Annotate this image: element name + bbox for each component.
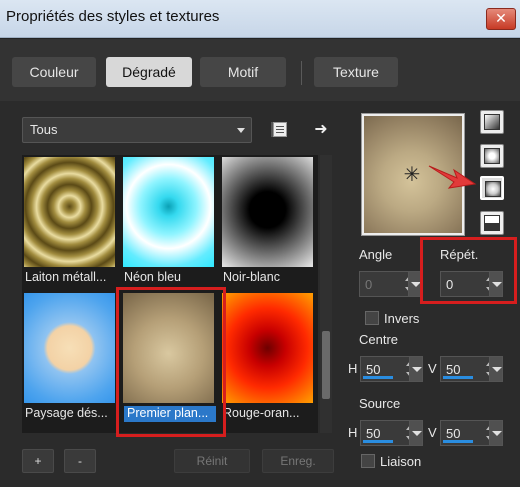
gradient-label: Néon bleu (124, 270, 181, 284)
reset-button[interactable]: Réinit (174, 449, 250, 473)
source-h-dropdown-button[interactable] (409, 420, 423, 446)
arrow-right-icon[interactable]: ➜ (311, 120, 331, 140)
remove-button[interactable]: - (64, 449, 96, 473)
crosshair-star-icon[interactable]: ✳ (400, 163, 424, 187)
dialog-content: Couleur Dégradé Motif Texture Tous ➜ Lai… (0, 39, 520, 487)
tab-texture[interactable]: Texture (314, 57, 398, 87)
gradient-thumbnail (123, 157, 214, 267)
gradient-thumbnail (24, 293, 115, 403)
title-bar: Propriétés des styles et textures ✕ (0, 0, 520, 38)
angle-label: Angle (359, 247, 393, 262)
source-label: Source (359, 396, 401, 411)
center-v-label: V (428, 361, 437, 376)
gradient-label: Laiton métall... (25, 270, 107, 284)
gradient-item[interactable]: Laiton métall... (22, 155, 117, 287)
center-h-label: H (348, 361, 358, 376)
category-selected: Tous (30, 122, 58, 137)
angle-value: 0 (365, 277, 373, 292)
gradient-label: Rouge-oran... (223, 406, 300, 420)
source-h-value[interactable]: 50 (366, 426, 380, 441)
linear-style-button[interactable] (480, 110, 504, 134)
gradient-thumbnail (24, 157, 115, 267)
link-label: Liaison (380, 454, 422, 469)
center-v-value[interactable]: 50 (446, 362, 460, 377)
gradient-item[interactable]: Noir-blanc (220, 155, 315, 287)
add-button[interactable]: + (22, 449, 54, 473)
gradient-label: Paysage dés... (25, 406, 108, 420)
center-h-slider[interactable] (363, 376, 393, 379)
tab-bar: Couleur Dégradé Motif Texture (0, 39, 520, 101)
gallery-scrollbar[interactable] (320, 155, 332, 433)
chevron-down-icon (237, 128, 245, 133)
tab-separator (301, 61, 302, 85)
repeat-label: Répét. (440, 247, 479, 262)
repeat-dropdown-button[interactable] (489, 271, 503, 297)
category-dropdown[interactable]: Tous (22, 117, 252, 143)
source-v-slider[interactable] (443, 440, 473, 443)
tab-motif[interactable]: Motif (200, 57, 286, 87)
tab-couleur[interactable]: Couleur (12, 57, 96, 87)
tab-degrade[interactable]: Dégradé (106, 57, 192, 87)
source-v-value[interactable]: 50 (446, 426, 460, 441)
invert-checkbox[interactable] (365, 311, 379, 325)
gradient-item[interactable]: Rouge-oran... (220, 291, 315, 423)
source-v-label: V (428, 425, 437, 440)
center-v-slider[interactable] (443, 376, 473, 379)
repeat-value[interactable]: 0 (446, 277, 453, 292)
invert-label: Invers (384, 311, 420, 326)
source-h-slider[interactable] (363, 440, 393, 443)
save-button[interactable]: Enreg. (262, 449, 334, 473)
close-button[interactable]: ✕ (486, 8, 516, 30)
sunburst-style-button[interactable] (480, 176, 504, 200)
center-v-dropdown-button[interactable] (489, 356, 503, 382)
book-icon[interactable] (270, 120, 290, 140)
selection-highlight-frame (116, 287, 226, 437)
center-h-value[interactable]: 50 (366, 362, 380, 377)
gradient-thumbnail (222, 293, 313, 403)
red-arrow-icon (428, 165, 477, 189)
gradient-item[interactable]: Paysage dés... (22, 291, 117, 423)
source-h-label: H (348, 425, 358, 440)
gradient-label: Noir-blanc (223, 270, 280, 284)
window-title: Propriétés des styles et textures (6, 8, 220, 25)
gradient-thumbnail (222, 157, 313, 267)
gradient-item[interactable]: Néon bleu (121, 155, 216, 287)
center-label: Centre (359, 332, 399, 347)
source-v-dropdown-button[interactable] (489, 420, 503, 446)
center-h-dropdown-button[interactable] (409, 356, 423, 382)
radial-style-button[interactable] (480, 211, 504, 235)
link-checkbox[interactable] (361, 454, 375, 468)
scrollbar-thumb[interactable] (322, 331, 330, 399)
rectangular-style-button[interactable] (480, 144, 504, 168)
